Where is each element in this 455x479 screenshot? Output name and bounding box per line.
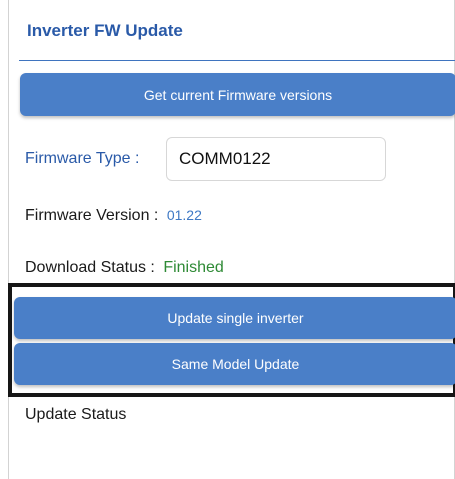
left-frame-border	[8, 0, 9, 479]
download-status-value: Finished	[163, 259, 224, 276]
header-divider	[19, 60, 455, 61]
same-model-update-button[interactable]: Same Model Update	[14, 343, 455, 385]
firmware-type-field[interactable]	[166, 137, 386, 181]
download-status-row: Download Status : Finished	[25, 259, 224, 277]
firmware-version-row: Firmware Version : 01.22	[25, 207, 202, 225]
update-single-inverter-button[interactable]: Update single inverter	[14, 297, 455, 339]
firmware-type-label: Firmware Type :	[25, 150, 140, 167]
update-status-label: Update Status	[25, 406, 127, 423]
firmware-version-label: Firmware Version :	[25, 207, 159, 224]
page-title: Inverter FW Update	[27, 21, 183, 40]
download-status-label: Download Status :	[25, 259, 155, 276]
firmware-version-value: 01.22	[166, 207, 202, 223]
get-firmware-versions-button[interactable]: Get current Firmware versions	[20, 73, 455, 116]
